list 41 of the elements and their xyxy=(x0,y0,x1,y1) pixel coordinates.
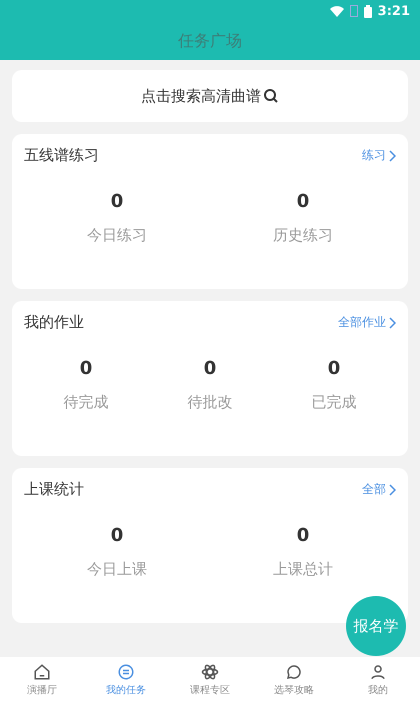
stat-value: 0 xyxy=(80,358,92,379)
section-title: 我的作业 xyxy=(24,313,84,332)
stat-label: 已完成 xyxy=(312,393,356,412)
status-time: 3:21 xyxy=(378,4,410,18)
signup-button[interactable]: 报名学 xyxy=(346,596,406,656)
chevron-right-icon xyxy=(388,150,396,162)
chevron-right-icon xyxy=(388,484,396,496)
stat-value: 0 xyxy=(204,358,216,379)
section-link[interactable]: 全部 xyxy=(362,481,396,498)
list-icon xyxy=(117,663,135,681)
chevron-right-icon xyxy=(388,316,396,328)
stat-label: 待完成 xyxy=(64,393,108,412)
stat-value: 0 xyxy=(110,525,124,546)
atom-icon xyxy=(201,663,219,681)
home-icon xyxy=(33,663,51,681)
signal-icon xyxy=(350,5,358,17)
section-title: 五线谱练习 xyxy=(24,146,99,165)
chat-icon xyxy=(285,663,303,681)
nav-tab[interactable]: 选琴攻略 xyxy=(252,657,336,703)
page-title: 任务广场 xyxy=(177,30,243,52)
nav-tab[interactable]: 我的 xyxy=(336,657,420,703)
stat-label: 今日练习 xyxy=(87,226,147,245)
stat-label: 历史练习 xyxy=(273,226,333,245)
user-icon xyxy=(369,663,387,681)
battery-icon xyxy=(364,4,372,18)
search-icon xyxy=(263,88,279,104)
stat-value: 0 xyxy=(296,525,310,546)
search-field[interactable]: 点击搜索高清曲谱 xyxy=(12,70,408,122)
section-link[interactable]: 全部作业 xyxy=(338,314,396,331)
stat-label: 上课总计 xyxy=(273,560,333,579)
stat-value: 0 xyxy=(328,358,340,379)
nav-tab[interactable]: 演播厅 xyxy=(0,657,84,703)
nav-tab[interactable]: 课程专区 xyxy=(168,657,252,703)
nav-tab[interactable]: 我的任务 xyxy=(84,657,168,703)
wifi-icon xyxy=(330,6,344,16)
stat-label: 待批改 xyxy=(188,393,232,412)
section-title: 上课统计 xyxy=(24,480,84,499)
stat-value: 0 xyxy=(296,191,310,212)
stat-label: 今日上课 xyxy=(87,560,147,579)
stat-value: 0 xyxy=(110,191,124,212)
section-link[interactable]: 练习 xyxy=(362,147,396,164)
